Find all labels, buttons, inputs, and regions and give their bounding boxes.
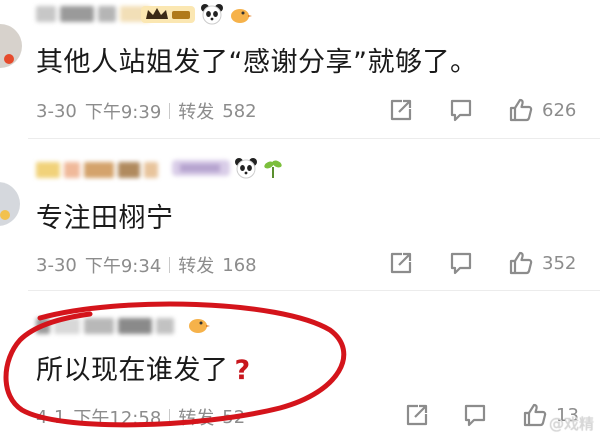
comment-button[interactable] [462,402,488,428]
username-blurred[interactable] [36,158,158,182]
comment-text: 其他人站姐发了“感谢分享”就够了。 [36,47,478,78]
crown-icon [140,3,196,29]
repost-count: 168 [222,254,257,276]
repost-count: 52 [222,406,246,428]
question-mark-emoji: ? [234,355,251,386]
bird-icon [228,3,252,29]
watermark: @戏精 [548,415,594,433]
share-icon [388,97,414,123]
comment-thread: 其他人站姐发了“感谢分享”就够了。 3-30 下午9:39 转发 582 626… [0,0,600,438]
comment-button[interactable] [448,250,474,276]
comment-date: 4-1 [36,406,66,428]
meta-divider [169,103,171,119]
comment-date: 3-30 [36,254,77,276]
username-blurred[interactable] [36,2,150,26]
comment-icon [448,97,474,123]
user-badges [172,158,284,182]
comment-meta: 4-1 下午12:58 转发 52 [36,404,245,430]
meta-divider [169,409,171,425]
comment-text: 所以现在谁发了? [36,348,251,387]
share-icon [388,250,414,276]
panda-icon [200,3,224,29]
meta-divider [169,257,171,273]
user-badges [140,4,252,28]
avatar[interactable] [0,182,20,226]
share-icon [404,402,430,428]
like-button[interactable]: 626 [508,97,576,123]
user-badges [186,314,210,338]
like-count: 352 [542,252,577,274]
comment-icon [462,402,488,428]
comment-item: 专注田栩宁 3-30 下午9:34 转发 168 352 [0,138,600,290]
avatar[interactable] [0,24,22,68]
share-button[interactable] [388,250,414,276]
repost-label[interactable]: 转发 [178,404,214,430]
comment-item: 其他人站姐发了“感谢分享”就够了。 3-30 下午9:39 转发 582 626 [0,0,600,138]
comment-meta: 3-30 下午9:39 转发 582 [36,98,257,124]
comment-button[interactable] [448,97,474,123]
username-blurred[interactable] [36,314,174,338]
comment-icon [448,250,474,276]
comment-time: 下午9:34 [84,256,162,277]
thumbs-up-icon [508,250,534,276]
like-count: 626 [542,99,577,121]
share-button[interactable] [404,402,430,428]
comment-item: 所以现在谁发了? 4-1 下午12:58 转发 52 13 [0,290,600,438]
share-button[interactable] [388,97,414,123]
comment-meta: 3-30 下午9:34 转发 168 [36,252,257,278]
blurred-badge [172,158,230,182]
repost-label[interactable]: 转发 [178,252,214,278]
comment-text-body: 所以现在谁发了 [36,355,229,386]
comment-text: 专注田栩宁 [36,203,174,234]
comment-time: 下午12:58 [73,408,162,429]
comment-time: 下午9:39 [84,102,162,123]
bird-icon [186,313,210,339]
repost-label[interactable]: 转发 [178,98,214,124]
panda-icon [234,157,258,183]
comment-date: 3-30 [36,100,77,122]
thumbs-up-icon [522,402,548,428]
like-button[interactable]: 352 [508,250,576,276]
sprout-icon [262,157,284,183]
thumbs-up-icon [508,97,534,123]
repost-count: 582 [222,100,257,122]
